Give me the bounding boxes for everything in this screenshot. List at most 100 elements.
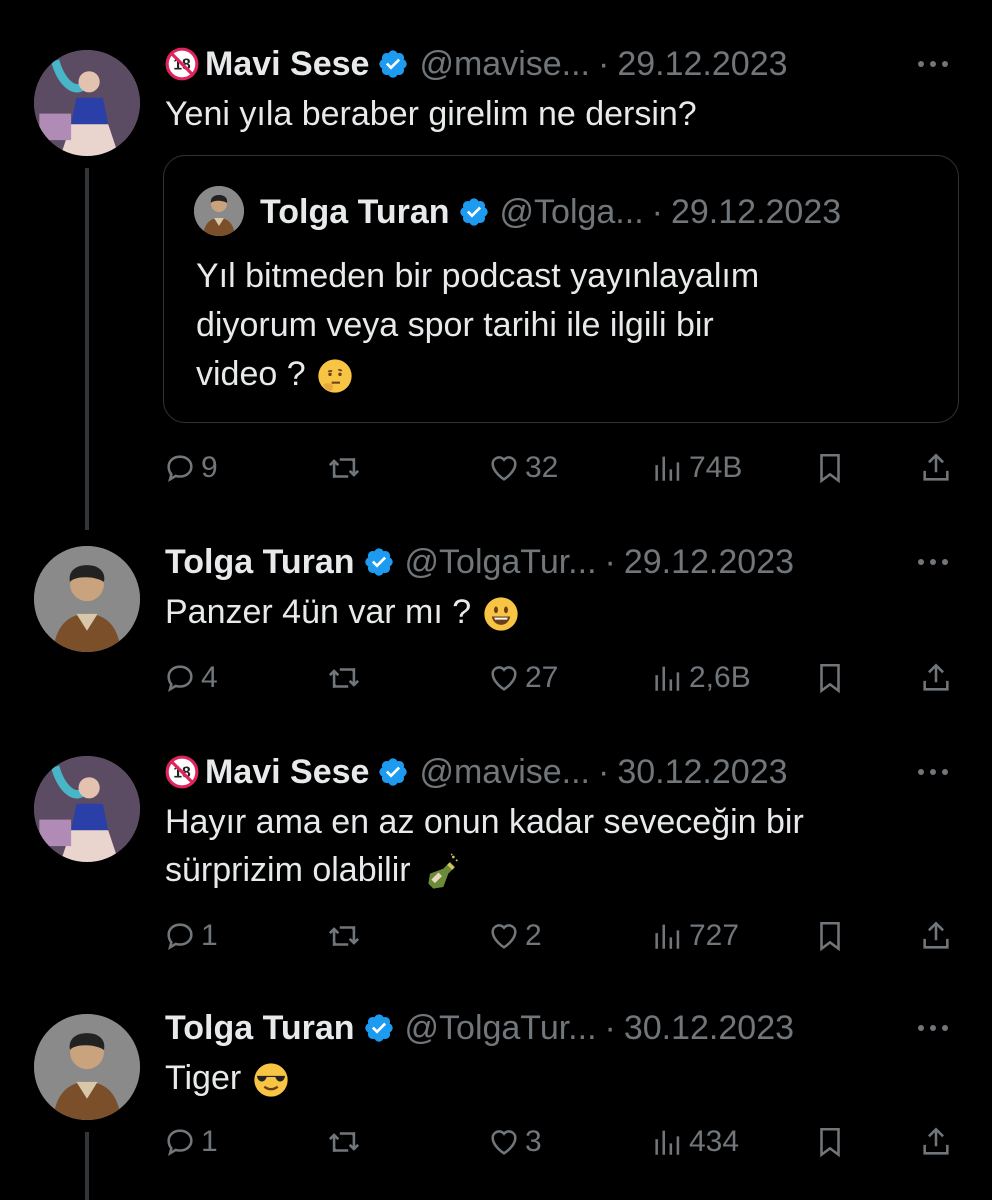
- like-button[interactable]: 32: [487, 448, 558, 488]
- like-count: 3: [525, 1125, 542, 1158]
- like-button[interactable]: 27: [487, 658, 558, 698]
- author-handle[interactable]: @mavise...: [419, 753, 590, 792]
- tweet-header: Mavi Sese @mavise... · 29.12.2023: [165, 42, 952, 86]
- share-button[interactable]: [919, 1122, 953, 1162]
- tweet-1[interactable]: Mavi Sese @mavise... · 29.12.2023 Yeni y…: [0, 0, 992, 530]
- retweet-button[interactable]: [327, 916, 361, 956]
- author-handle[interactable]: @mavise...: [419, 45, 590, 84]
- avatar[interactable]: [34, 1014, 140, 1120]
- more-icon[interactable]: [914, 42, 952, 86]
- retweet-icon: [327, 919, 361, 953]
- tweet-3[interactable]: Mavi Sese @mavise... · 30.12.2023 Hayır …: [0, 740, 992, 1002]
- retweet-icon: [327, 661, 361, 695]
- quoted-tweet-header: Tolga Turan @Tolga... · 29.12.2023: [260, 190, 938, 234]
- share-button[interactable]: [919, 658, 953, 698]
- reply-count: 1: [201, 1125, 218, 1158]
- tweet-header: Tolga Turan @TolgaTur... · 29.12.2023: [165, 540, 952, 584]
- bookmark-icon: [813, 919, 847, 953]
- share-button[interactable]: [919, 916, 953, 956]
- tweet-date[interactable]: 29.12.2023: [617, 45, 787, 84]
- tweet-text-content: Panzer 4ün var mı ?: [165, 593, 472, 631]
- tweet-2[interactable]: Tolga Turan @TolgaTur... · 29.12.2023 Pa…: [0, 530, 992, 740]
- tweet-header: Mavi Sese @mavise... · 30.12.2023: [165, 750, 952, 794]
- tweet-date[interactable]: 29.12.2023: [624, 543, 794, 582]
- avatar[interactable]: [34, 50, 140, 156]
- bookmark-icon: [813, 451, 847, 485]
- text-line-content: sürprizim olabilir: [165, 851, 411, 889]
- bookmark-button[interactable]: [813, 448, 847, 488]
- quoted-tweet-text: Yıl bitmeden bir podcast yayınlayalım di…: [196, 252, 918, 399]
- share-icon: [919, 919, 953, 953]
- views-button[interactable]: 727: [651, 916, 739, 956]
- more-icon[interactable]: [914, 750, 952, 794]
- share-icon: [919, 661, 953, 695]
- thinking-emoji-icon: [315, 356, 355, 396]
- verified-badge-icon: [377, 48, 409, 80]
- retweet-icon: [327, 451, 361, 485]
- separator-dot: ·: [598, 44, 610, 83]
- tweet-date[interactable]: 30.12.2023: [617, 753, 787, 792]
- separator-dot: ·: [651, 192, 663, 231]
- text-line: video ?: [196, 350, 918, 399]
- views-button[interactable]: 2,6B: [651, 658, 751, 698]
- reply-count: 1: [201, 919, 218, 952]
- reply-button[interactable]: 1: [163, 1122, 218, 1162]
- verified-badge-icon: [377, 756, 409, 788]
- tweet-date[interactable]: 30.12.2023: [624, 1009, 794, 1048]
- author-name[interactable]: Tolga Turan: [165, 543, 355, 582]
- reply-button[interactable]: 9: [163, 448, 218, 488]
- author-name[interactable]: Mavi Sese: [205, 45, 369, 84]
- tweet-date[interactable]: 29.12.2023: [671, 193, 841, 232]
- views-button[interactable]: 74B: [651, 448, 742, 488]
- avatar[interactable]: [34, 756, 140, 862]
- tweet-4[interactable]: Tolga Turan @TolgaTur... · 30.12.2023 Ti…: [0, 1002, 992, 1200]
- retweet-icon: [327, 1125, 361, 1159]
- avatar[interactable]: [194, 186, 244, 236]
- share-button[interactable]: [919, 448, 953, 488]
- more-icon[interactable]: [914, 540, 952, 584]
- retweet-button[interactable]: [327, 658, 361, 698]
- like-count: 32: [525, 451, 559, 484]
- reply-icon: [163, 661, 197, 695]
- text-line: Yıl bitmeden bir podcast yayınlayalım: [196, 257, 760, 295]
- retweet-button[interactable]: [327, 1122, 361, 1162]
- avatar[interactable]: [34, 546, 140, 652]
- like-button[interactable]: 3: [487, 1122, 542, 1162]
- champagne-emoji-icon: [420, 852, 460, 892]
- views-icon: [651, 451, 685, 485]
- bookmark-button[interactable]: [813, 916, 847, 956]
- bookmark-button[interactable]: [813, 1122, 847, 1162]
- separator-dot: ·: [604, 1008, 616, 1047]
- reply-icon: [163, 451, 197, 485]
- reply-button[interactable]: 4: [163, 658, 218, 698]
- author-handle[interactable]: @Tolga...: [500, 193, 644, 232]
- heart-icon: [487, 919, 521, 953]
- like-button[interactable]: 2: [487, 916, 542, 956]
- separator-dot: ·: [604, 542, 616, 581]
- views-count: 74B: [689, 451, 743, 484]
- tweet-text: Tiger: [165, 1054, 932, 1102]
- reply-count: 4: [201, 661, 218, 694]
- text-line: sürprizim olabilir: [165, 846, 932, 894]
- 18-plus-icon: [165, 755, 199, 789]
- tweet-text: Panzer 4ün var mı ?: [165, 588, 932, 636]
- quoted-tweet[interactable]: Tolga Turan @Tolga... · 29.12.2023 Yıl b…: [163, 155, 959, 423]
- views-button[interactable]: 434: [651, 1122, 739, 1162]
- author-handle[interactable]: @TolgaTur...: [405, 543, 597, 582]
- share-icon: [919, 1125, 953, 1159]
- retweet-button[interactable]: [327, 448, 361, 488]
- tweet-text-content: Tiger: [165, 1059, 242, 1097]
- author-name[interactable]: Tolga Turan: [165, 1009, 355, 1048]
- text-line: Hayır ama en az onun kadar seveceğin bir: [165, 803, 804, 841]
- reply-button[interactable]: 1: [163, 916, 218, 956]
- views-icon: [651, 919, 685, 953]
- like-count: 27: [525, 661, 559, 694]
- author-name[interactable]: Tolga Turan: [260, 193, 450, 232]
- views-count: 727: [689, 919, 740, 952]
- author-name[interactable]: Mavi Sese: [205, 753, 369, 792]
- more-icon[interactable]: [914, 1006, 952, 1050]
- like-count: 2: [525, 919, 542, 952]
- reply-icon: [163, 1125, 197, 1159]
- bookmark-button[interactable]: [813, 658, 847, 698]
- author-handle[interactable]: @TolgaTur...: [405, 1009, 597, 1048]
